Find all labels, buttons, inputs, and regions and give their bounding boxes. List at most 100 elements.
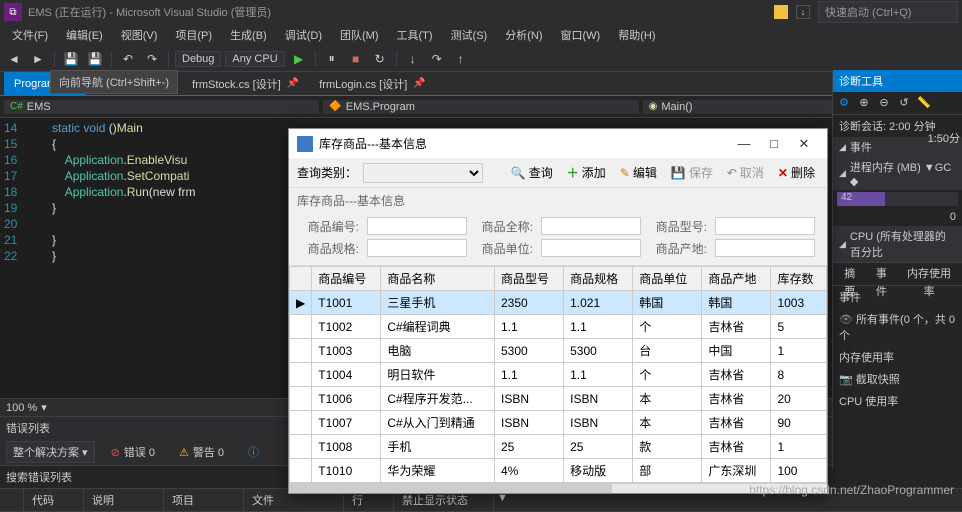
diag-ruler-icon[interactable]: 📏 [915,94,933,112]
error-count-badge[interactable]: ⊘错误 0 [103,442,163,462]
undo-icon[interactable]: ↶ [118,49,138,69]
table-row[interactable]: T1003电脑53005300台中国1 [290,339,827,363]
minimize-button[interactable]: — [729,136,759,151]
field-id-input[interactable] [367,217,467,235]
table-header[interactable]: 商品型号 [495,267,564,291]
zoom-dropdown[interactable]: 100 % ▾ [6,401,47,414]
diag-snapshot-button[interactable]: 📷 截取快照 [833,368,962,390]
table-row[interactable]: T1010华为荣耀4%移动版部广东深圳100 [290,459,827,483]
table-cell: 华为荣耀 [381,459,495,483]
menu-tools[interactable]: 工具(T) [389,25,441,45]
diag-all-events[interactable]: 👁 所有事件(0 个，共 0 个 [833,308,962,346]
notification-flag-icon[interactable] [774,5,788,19]
diag-tab-events[interactable]: 事件 [867,265,897,283]
table-header[interactable]: 商品规格 [564,267,633,291]
save-icon[interactable]: 💾 [61,49,81,69]
save-button[interactable]: 💾保存 [667,162,717,183]
field-name-input[interactable] [541,217,641,235]
menu-window[interactable]: 窗口(W) [553,25,609,45]
field-name-label: 商品全称: [475,218,533,235]
field-spec-input[interactable] [367,239,467,257]
continue-icon[interactable]: ▶ [289,49,309,69]
add-button[interactable]: ＋添加 [563,162,610,183]
dialog-category-row: 查询类别： 🔍查询 ＋添加 ✎编辑 💾保存 ↶取消 ✕删除 [289,158,827,188]
menu-project[interactable]: 项目(P) [167,25,220,45]
diag-tab-memory[interactable]: 内存使用率 [898,265,960,283]
dialog-app-icon [297,136,313,152]
menu-team[interactable]: 团队(M) [332,25,387,45]
dialog-hscroll[interactable] [289,483,827,493]
menu-help[interactable]: 帮助(H) [610,25,663,45]
menu-view[interactable]: 视图(V) [113,25,166,45]
menu-edit[interactable]: 编辑(E) [58,25,111,45]
menu-analyze[interactable]: 分析(N) [497,25,550,45]
pin-icon[interactable]: 📌 [413,78,425,89]
menu-file[interactable]: 文件(F) [4,25,56,45]
watermark: https://blog.csdn.net/ZhaoProgrammer [749,483,954,497]
diag-zoom-in-icon[interactable]: ⊕ [855,94,873,112]
table-row[interactable]: T1007C#从入门到精通ISBNISBN本吉林省90 [290,411,827,435]
save-all-icon[interactable]: 💾 [85,49,105,69]
info-count-badge[interactable]: ⓘ [240,442,267,462]
redo-icon[interactable]: ↷ [142,49,162,69]
edit-button[interactable]: ✎编辑 [616,162,661,183]
table-header[interactable]: 商品编号 [312,267,381,291]
nav-fwd-icon[interactable]: ► [28,49,48,69]
platform-dropdown[interactable]: Any CPU [225,51,284,67]
field-origin-input[interactable] [715,239,815,257]
table-header[interactable]: 商品名称 [381,267,495,291]
tab-frmlogin-design[interactable]: frmLogin.cs [设计]📌 [309,72,435,95]
table-header[interactable]: 库存数 [771,267,827,291]
table-row[interactable]: T1006C#程序开发范...ISBNISBN本吉林省20 [290,387,827,411]
dialog-titlebar[interactable]: 库存商品---基本信息 — □ ✕ [289,129,827,158]
warning-count-badge[interactable]: ⚠警告 0 [171,442,232,462]
error-col-code[interactable]: 代码 [24,489,84,511]
error-col-desc[interactable]: 说明 [84,489,164,511]
diag-settings-icon[interactable]: ⚙ [835,94,853,112]
step-out-icon[interactable]: ↑ [451,49,471,69]
search-button[interactable]: 🔍查询 [507,162,557,183]
table-cell: 5300 [564,339,633,363]
menu-debug[interactable]: 调试(D) [277,25,330,45]
diag-tab-summary[interactable]: 摘要 [835,265,865,283]
stop-icon[interactable]: ■ [346,49,366,69]
step-into-icon[interactable]: ↓ [403,49,423,69]
table-header[interactable]: 商品单位 [633,267,702,291]
diag-zoom-out-icon[interactable]: ⊖ [875,94,893,112]
cancel-button[interactable]: ↶取消 [723,162,768,183]
config-dropdown[interactable]: Debug [175,51,221,67]
pin-icon[interactable]: 📌 [287,78,299,89]
pause-icon[interactable]: ⏸ [322,49,342,69]
menu-build[interactable]: 生成(B) [222,25,275,45]
error-col-proj[interactable]: 项目 [164,489,244,511]
nav-back-icon[interactable]: ◄ [4,49,24,69]
error-scope-dropdown[interactable]: 整个解决方案 ▾ [6,441,95,463]
close-button[interactable]: ✕ [789,136,819,152]
diag-cpu-section[interactable]: ◢CPU (所有处理器的百分比 [833,226,962,262]
nav-class[interactable]: 🔶EMS.Program [323,100,638,114]
category-select[interactable] [363,163,483,183]
restart-icon[interactable]: ↻ [370,49,390,69]
quick-launch-input[interactable]: 快速启动 (Ctrl+Q) [818,1,958,23]
table-cell: 1.1 [495,363,564,387]
table-row[interactable]: T1004明日软件1.11.1个吉林省8 [290,363,827,387]
error-col-icon[interactable] [0,489,24,511]
field-unit-input[interactable] [541,239,641,257]
table-row[interactable]: T1008手机2525款吉林省1 [290,435,827,459]
delete-button[interactable]: ✕删除 [774,162,819,183]
table-row[interactable]: T1002C#编程词典1.11.1个吉林省5 [290,315,827,339]
diag-memory-section[interactable]: ◢进程内存 (MB) ▼GC ◆ [833,157,962,190]
nav-project[interactable]: C#EMS [4,100,319,114]
line-gutter: 141516171819202122 [0,118,25,398]
feedback-icon[interactable]: ↓ [796,5,810,19]
table-cell: 款 [633,435,702,459]
table-header[interactable]: 商品产地 [702,267,771,291]
step-over-icon[interactable]: ↷ [427,49,447,69]
table-row[interactable]: ▶T1001三星手机23501.021韩国韩国1003 [290,291,827,315]
maximize-button[interactable]: □ [759,136,789,151]
menu-test[interactable]: 测试(S) [443,25,496,45]
field-model-input[interactable] [715,217,815,235]
diag-reset-icon[interactable]: ↺ [895,94,913,112]
table-cell: 部 [633,459,702,483]
tab-frmstock-design[interactable]: frmStock.cs [设计]📌 [182,72,309,95]
